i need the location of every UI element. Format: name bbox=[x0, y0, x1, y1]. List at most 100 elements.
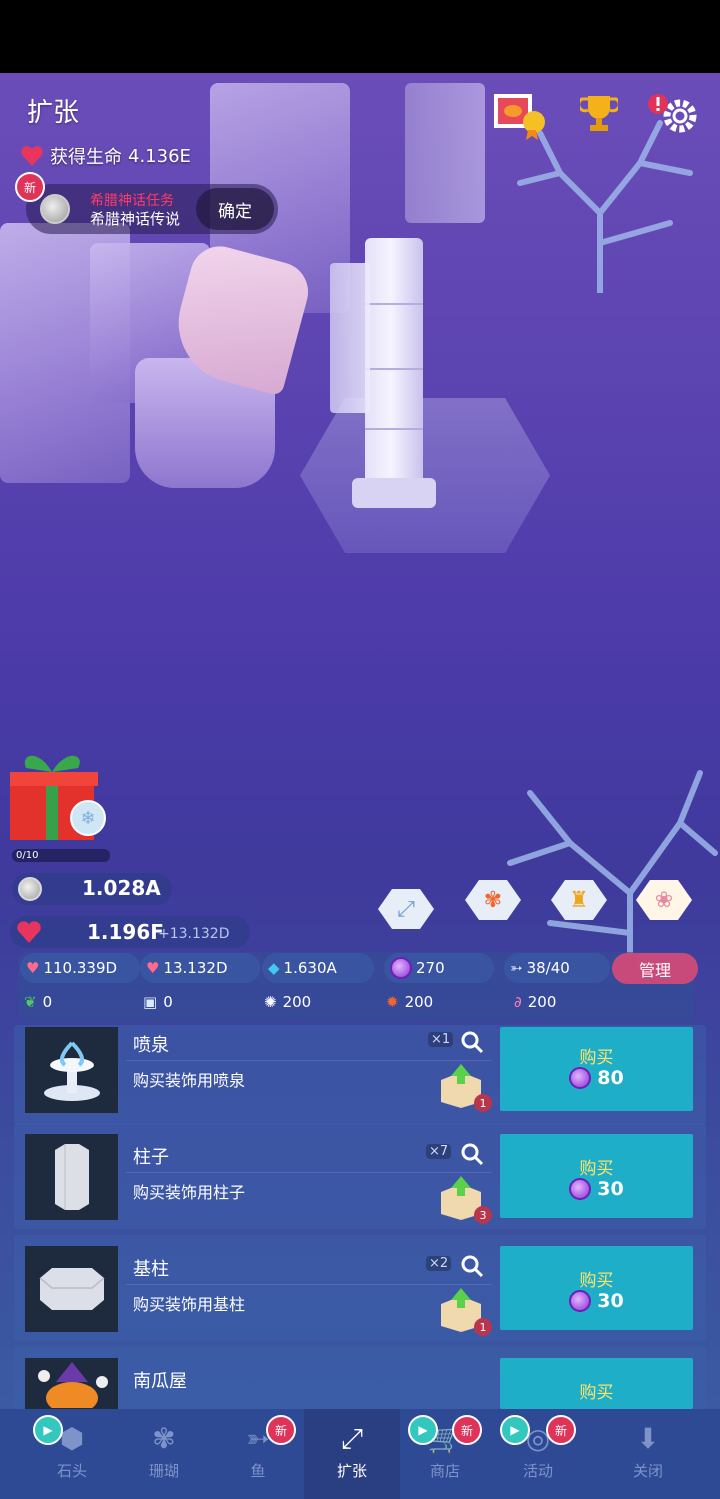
pearl-icon bbox=[390, 957, 412, 979]
fish-counter: ➳ 38/40 bbox=[504, 953, 610, 983]
life-per-second-value: 13.132D bbox=[163, 959, 228, 977]
coin-icon bbox=[18, 877, 42, 901]
stone-icon: ⬢ bbox=[59, 1422, 85, 1455]
pillar-icon bbox=[54, 1144, 89, 1210]
coin-value: 1.028A bbox=[82, 876, 161, 900]
life-rate: +13.132D bbox=[158, 926, 230, 942]
buy-label: 购买 bbox=[579, 1271, 614, 1291]
gift-progress: 0/10 bbox=[12, 849, 110, 862]
search-icon[interactable] bbox=[460, 1142, 484, 1166]
buy-button[interactable]: 购买 30 bbox=[500, 1246, 693, 1330]
pearl-icon bbox=[569, 1067, 592, 1089]
nav-expand[interactable]: ⤢ 扩张 bbox=[304, 1409, 400, 1499]
base-pillar-icon bbox=[39, 1268, 104, 1310]
nav-close[interactable]: ⬇ 关闭 bbox=[600, 1409, 696, 1499]
page-title: 扩张 bbox=[27, 98, 80, 128]
trophy-icon[interactable] bbox=[580, 94, 618, 134]
video-reward-icon[interactable]: ▶ bbox=[500, 1415, 530, 1445]
price-value: 30 bbox=[597, 1178, 624, 1200]
price-value: 80 bbox=[597, 1067, 624, 1089]
confirm-button[interactable]: 确定 bbox=[196, 188, 274, 230]
life-earned-row: 获得生命 4.136E bbox=[20, 143, 191, 169]
item-name: 南瓜屋 bbox=[133, 1371, 187, 1392]
nav-coral[interactable]: ✾ 珊瑚 bbox=[116, 1409, 212, 1499]
diamond-value: 1.630A bbox=[283, 959, 337, 977]
life-earned-value: 4.136E bbox=[128, 145, 191, 167]
pillar-thumbnail bbox=[25, 1134, 118, 1220]
flamingo-counter: ∂ 200 bbox=[514, 993, 556, 1011]
item-description: 购买装饰用柱子 bbox=[133, 1183, 246, 1202]
nav-label: 关闭 bbox=[632, 1462, 663, 1480]
fish-icon: ➳ bbox=[510, 959, 523, 977]
svg-text:❄: ❄ bbox=[80, 808, 95, 829]
expand-arrows-icon: ⤢ bbox=[397, 896, 415, 922]
sea-urchin-icon: ✺ bbox=[264, 993, 277, 1011]
buy-button[interactable]: 购买 30 bbox=[500, 1134, 693, 1218]
status-bar bbox=[0, 0, 720, 73]
base-pillar-thumbnail bbox=[25, 1246, 118, 1332]
flamingo-icon: ∂ bbox=[514, 993, 522, 1011]
seaweed-counter: ❦ 0 bbox=[24, 993, 52, 1011]
coral-icon: ✾ bbox=[483, 887, 503, 913]
fish-value: 38/40 bbox=[526, 959, 570, 977]
nav-label: 珊瑚 bbox=[148, 1462, 179, 1480]
gift-box-icon[interactable]: ❄ bbox=[8, 748, 108, 843]
ice-counter: ▣ 0 bbox=[143, 993, 173, 1011]
expand-arrows-icon: ⤢ bbox=[340, 1422, 364, 1455]
hex-platform bbox=[300, 398, 550, 553]
nav-label: 石头 bbox=[56, 1462, 87, 1480]
nav-label: 鱼 bbox=[250, 1462, 266, 1480]
box-count-badge: 1 bbox=[474, 1094, 492, 1112]
pearl-counter: 270 bbox=[384, 953, 494, 983]
item-name: 基柱 bbox=[133, 1259, 169, 1280]
divider bbox=[126, 1060, 492, 1061]
search-icon[interactable] bbox=[460, 1254, 484, 1278]
buy-label: 购买 bbox=[579, 1048, 614, 1068]
video-reward-icon[interactable]: ▶ bbox=[408, 1415, 438, 1445]
pillar-base bbox=[352, 478, 436, 508]
manage-button[interactable]: 管理 bbox=[612, 953, 698, 984]
seaweed-value: 0 bbox=[42, 993, 53, 1011]
buy-button[interactable]: 购买 bbox=[500, 1358, 693, 1409]
buy-button[interactable]: 购买 80 bbox=[500, 1027, 693, 1111]
coin-icon bbox=[40, 194, 70, 224]
ice-value: 0 bbox=[163, 993, 173, 1011]
pearl-icon bbox=[569, 1178, 592, 1200]
new-badge: 新 bbox=[546, 1415, 576, 1445]
urchin-counter: ✺ 200 bbox=[264, 993, 311, 1011]
owned-count: ×7 bbox=[426, 1144, 452, 1159]
pillar-decoration[interactable] bbox=[365, 238, 423, 488]
search-icon[interactable] bbox=[460, 1030, 484, 1054]
price: 80 bbox=[500, 1067, 693, 1089]
owned-count: ×2 bbox=[426, 1256, 452, 1271]
shell-icon: ❀ bbox=[654, 887, 674, 913]
new-badge: 新 bbox=[452, 1415, 482, 1445]
fountain-thumbnail bbox=[25, 1027, 118, 1113]
column-background bbox=[405, 83, 485, 223]
coral-bottom-right bbox=[507, 770, 718, 983]
tap-income: ♥ 110.339D bbox=[20, 953, 140, 983]
buy-label: 购买 bbox=[579, 1383, 614, 1403]
album-icon[interactable] bbox=[492, 92, 550, 140]
buy-label: 购买 bbox=[579, 1159, 614, 1179]
new-badge: 新 bbox=[266, 1415, 296, 1445]
settings-gear-icon[interactable] bbox=[646, 92, 700, 136]
price-value: 30 bbox=[597, 1290, 624, 1312]
price: 30 bbox=[500, 1178, 693, 1200]
item-name: 喷泉 bbox=[133, 1035, 169, 1056]
life-value: 1.196F bbox=[87, 920, 164, 944]
heart-icon bbox=[21, 146, 43, 166]
diamond-icon: ◆ bbox=[268, 959, 280, 977]
ice-cube-icon: ▣ bbox=[143, 993, 158, 1011]
diamond-counter: ◆ 1.630A bbox=[262, 953, 374, 983]
flamingo-value: 200 bbox=[527, 993, 557, 1011]
coral-icon: ✾ bbox=[152, 1422, 176, 1455]
price: 30 bbox=[500, 1290, 693, 1312]
tap-income-value: 110.339D bbox=[43, 959, 118, 977]
nav-label: 商店 bbox=[429, 1462, 460, 1480]
box-count-badge: 3 bbox=[474, 1206, 492, 1224]
item-name: 柱子 bbox=[133, 1147, 169, 1168]
video-reward-icon[interactable]: ▶ bbox=[33, 1415, 63, 1445]
heart-timer-icon: ♥ bbox=[146, 959, 160, 977]
tap-heart-icon: ♥ bbox=[26, 959, 40, 977]
